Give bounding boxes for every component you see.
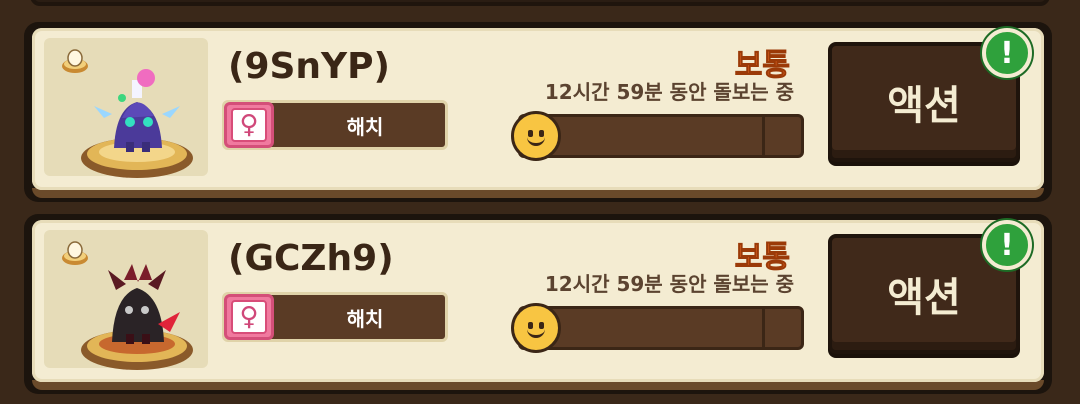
dragon-sprite-icon [81,264,193,370]
progress-divider [762,309,765,347]
pet-stage-box: ♀ 해치 [222,100,448,150]
pet-stage-label: 해치 [346,306,384,331]
pet-card[interactable]: (GCZh9) ♀ 해치 보통 12시간 59분 동안 돌보는 중 액션 ! [24,214,1052,394]
exclamation-icon[interactable]: ! [982,220,1032,270]
egg-icon [62,49,88,73]
care-duration: 12시간 59분 동안 돌보는 중 [544,272,794,296]
exclamation-icon[interactable]: ! [982,28,1032,78]
previous-card-edge [30,0,1050,6]
pet-list-screen: (9SnYP) ♀ 해치 보통 12시간 59분 동안 돌보는 중 액션 ! (… [0,0,1080,404]
egg-icon [62,241,88,265]
smiley-icon [511,111,561,161]
smiley-icon [511,303,561,353]
card-panel: (9SnYP) ♀ 해치 보통 12시간 59분 동안 돌보는 중 액션 ! [32,28,1044,190]
pet-stage-box: ♀ 해치 [222,292,448,342]
pet-name: (9SnYP) [228,46,390,87]
card-panel: (GCZh9) ♀ 해치 보통 12시간 59분 동안 돌보는 중 액션 ! [32,220,1044,382]
dragon-sprite-icon [81,69,193,178]
pet-name: (GCZh9) [228,238,394,279]
care-progress-bar [511,111,804,161]
care-duration: 12시간 59분 동안 돌보는 중 [544,80,794,104]
female-icon: ♀ [224,294,274,340]
pet-card[interactable]: (9SnYP) ♀ 해치 보통 12시간 59분 동안 돌보는 중 액션 ! [24,22,1052,202]
pet-portrait[interactable] [44,38,208,178]
progress-divider [762,117,765,155]
female-icon: ♀ [224,102,274,148]
pet-stage-label: 해치 [346,114,384,139]
care-progress-bar [511,303,804,353]
pet-portrait[interactable] [44,230,208,370]
